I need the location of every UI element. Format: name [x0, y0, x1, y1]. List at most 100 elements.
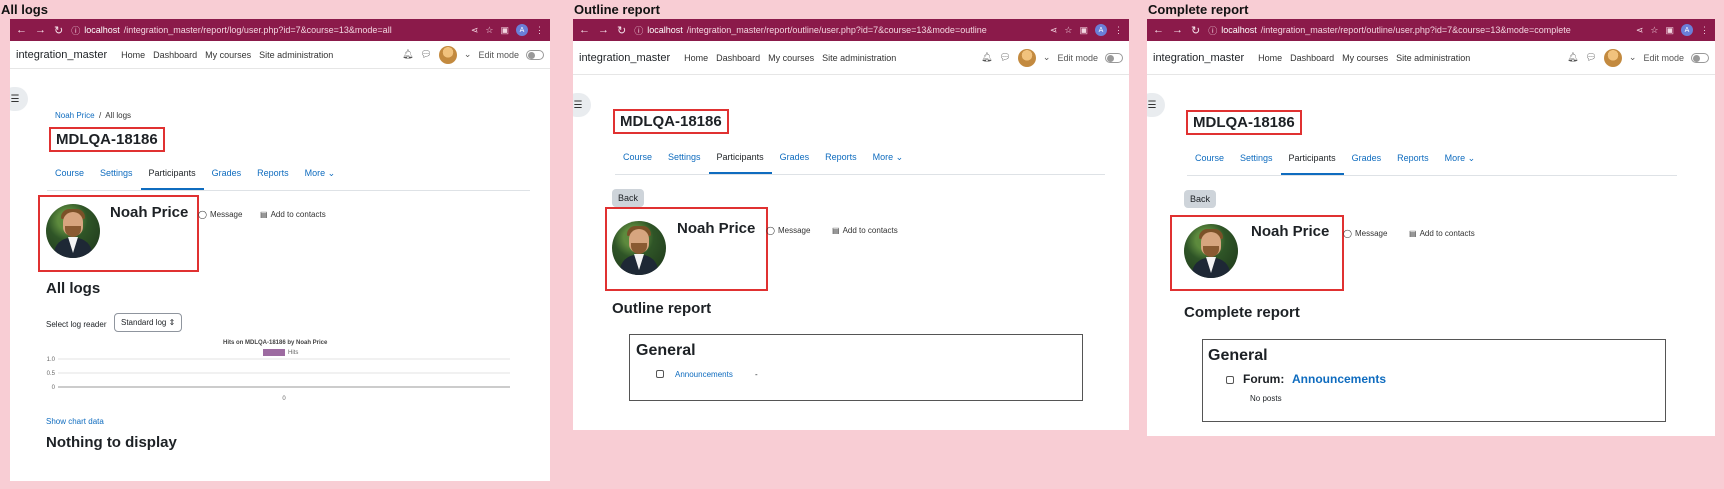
chat-icon[interactable]: 💬︎	[1585, 52, 1596, 63]
course-title: MDLQA-18186	[1186, 110, 1302, 135]
log-reader-select[interactable]: Standard log ⇕	[114, 313, 183, 332]
bell-icon[interactable]: 🔔︎	[981, 52, 992, 63]
address-bar[interactable]: ⓘ localhost/integration_master/report/ou…	[1208, 24, 1628, 37]
tab-course[interactable]: Course	[1187, 153, 1232, 175]
back-arrow-icon[interactable]: ←	[16, 24, 27, 36]
tab-more[interactable]: More ⌄	[297, 168, 344, 190]
forward-arrow-icon[interactable]: →	[35, 24, 46, 36]
nav-site-administration[interactable]: Site administration	[259, 50, 333, 60]
nav-my-courses[interactable]: My courses	[1342, 53, 1388, 63]
announcements-link[interactable]: Announcements	[675, 370, 733, 379]
nav-dashboard[interactable]: Dashboard	[716, 53, 760, 63]
tab-participants[interactable]: Participants	[1280, 153, 1344, 175]
nav-home[interactable]: Home	[684, 53, 708, 63]
nav-site-administration[interactable]: Site administration	[822, 53, 896, 63]
reload-icon[interactable]: ↻	[1191, 24, 1200, 37]
back-button[interactable]: Back	[612, 189, 645, 207]
tab-course[interactable]: Course	[615, 152, 660, 174]
tab-reports[interactable]: Reports	[1389, 153, 1437, 175]
address-bar[interactable]: ⓘ localhost/integration_master/report/lo…	[71, 24, 463, 37]
sidepanel-icon[interactable]: ▣	[1665, 25, 1674, 36]
user-name[interactable]: Noah Price	[110, 204, 188, 221]
user-name[interactable]: Noah Price	[1251, 223, 1329, 240]
tab-settings[interactable]: Settings	[1232, 153, 1281, 175]
tab-settings[interactable]: Settings	[660, 152, 709, 174]
edit-mode-toggle[interactable]	[1105, 52, 1123, 63]
profile-icon[interactable]: A	[1095, 24, 1107, 36]
tab-grades[interactable]: Grades	[772, 152, 818, 174]
add-to-contacts-button[interactable]: ▤ Add to contacts	[260, 210, 326, 219]
tab-more[interactable]: More ⌄	[1437, 153, 1484, 175]
add-to-contacts-button[interactable]: ▤ Add to contacts	[1409, 229, 1475, 238]
profile-icon[interactable]: A	[516, 24, 528, 36]
nav-my-courses[interactable]: My courses	[205, 50, 251, 60]
star-icon[interactable]: ☆	[1064, 25, 1072, 36]
forward-arrow-icon[interactable]: →	[598, 24, 609, 36]
url-host: localhost	[1221, 25, 1257, 35]
star-icon[interactable]: ☆	[1650, 25, 1658, 36]
y-tick-label: 1.0	[47, 357, 56, 363]
back-button[interactable]: Back	[1184, 190, 1217, 208]
chevron-down-icon[interactable]: ⌄	[464, 49, 472, 60]
course-index-icon[interactable]: ☰	[10, 87, 28, 111]
tab-grades[interactable]: Grades	[1344, 153, 1390, 175]
chevron-down-icon[interactable]: ⌄	[1629, 52, 1637, 63]
tab-course[interactable]: Course	[47, 168, 92, 190]
share-icon[interactable]: ⋖	[471, 25, 479, 36]
share-icon[interactable]: ⋖	[1636, 25, 1644, 36]
edit-mode-toggle[interactable]	[1691, 52, 1709, 63]
site-name[interactable]: integration_master	[16, 49, 107, 61]
site-name[interactable]: integration_master	[579, 52, 670, 64]
user-menu-avatar[interactable]	[438, 45, 457, 64]
forward-arrow-icon[interactable]: →	[1172, 24, 1183, 36]
nav-dashboard[interactable]: Dashboard	[153, 50, 197, 60]
user-name[interactable]: Noah Price	[677, 220, 755, 237]
tab-more[interactable]: More ⌄	[865, 152, 912, 174]
nav-my-courses[interactable]: My courses	[768, 53, 814, 63]
chevron-down-icon[interactable]: ⌄	[1043, 52, 1051, 63]
nav-dashboard[interactable]: Dashboard	[1290, 53, 1334, 63]
message-button[interactable]: ◯ Message	[198, 210, 242, 219]
chat-icon[interactable]: 💬︎	[420, 49, 431, 60]
sidepanel-icon[interactable]: ▣	[1079, 25, 1088, 36]
browser-toolbar: ← → ↻ ⓘ localhost/integration_master/rep…	[573, 19, 1129, 41]
reload-icon[interactable]: ↻	[617, 24, 626, 37]
breadcrumb-user[interactable]: Noah Price	[55, 111, 95, 120]
announcements-link[interactable]: Announcements	[1292, 372, 1386, 386]
back-arrow-icon[interactable]: ←	[579, 24, 590, 36]
tab-reports[interactable]: Reports	[249, 168, 297, 190]
site-name[interactable]: integration_master	[1153, 52, 1244, 64]
nav-home[interactable]: Home	[121, 50, 145, 60]
message-button[interactable]: ◯ Message	[766, 226, 810, 235]
nav-site-administration[interactable]: Site administration	[1396, 53, 1470, 63]
user-menu-avatar[interactable]	[1603, 48, 1622, 67]
more-icon[interactable]: ⋮	[1700, 25, 1709, 36]
message-button[interactable]: ◯ Message	[1343, 229, 1387, 238]
more-icon[interactable]: ⋮	[535, 25, 544, 36]
tab-participants[interactable]: Participants	[708, 152, 772, 174]
sidepanel-icon[interactable]: ▣	[500, 25, 509, 36]
back-arrow-icon[interactable]: ←	[1153, 24, 1164, 36]
course-index-icon[interactable]: ☰	[573, 93, 591, 117]
user-menu-avatar[interactable]	[1017, 48, 1036, 67]
tab-settings[interactable]: Settings	[92, 168, 141, 190]
share-icon[interactable]: ⋖	[1050, 25, 1058, 36]
add-to-contacts-button[interactable]: ▤ Add to contacts	[832, 226, 898, 235]
chat-icon[interactable]: 💬︎	[999, 52, 1010, 63]
tab-participants[interactable]: Participants	[140, 168, 204, 190]
course-index-icon[interactable]: ☰	[1147, 93, 1165, 117]
bell-icon[interactable]: 🔔︎	[402, 49, 413, 60]
profile-icon[interactable]: A	[1681, 24, 1693, 36]
more-icon[interactable]: ⋮	[1114, 25, 1123, 36]
edit-mode-toggle[interactable]	[526, 49, 544, 60]
tab-reports[interactable]: Reports	[817, 152, 865, 174]
nav-home[interactable]: Home	[1258, 53, 1282, 63]
address-bar[interactable]: ⓘ localhost/integration_master/report/ou…	[634, 24, 1042, 37]
activity-status: -	[755, 370, 758, 379]
bell-icon[interactable]: 🔔︎	[1567, 52, 1578, 63]
reload-icon[interactable]: ↻	[54, 24, 63, 37]
tab-grades[interactable]: Grades	[204, 168, 250, 190]
star-icon[interactable]: ☆	[485, 25, 493, 36]
avatar	[46, 204, 100, 258]
show-chart-data-link[interactable]: Show chart data	[46, 417, 104, 426]
